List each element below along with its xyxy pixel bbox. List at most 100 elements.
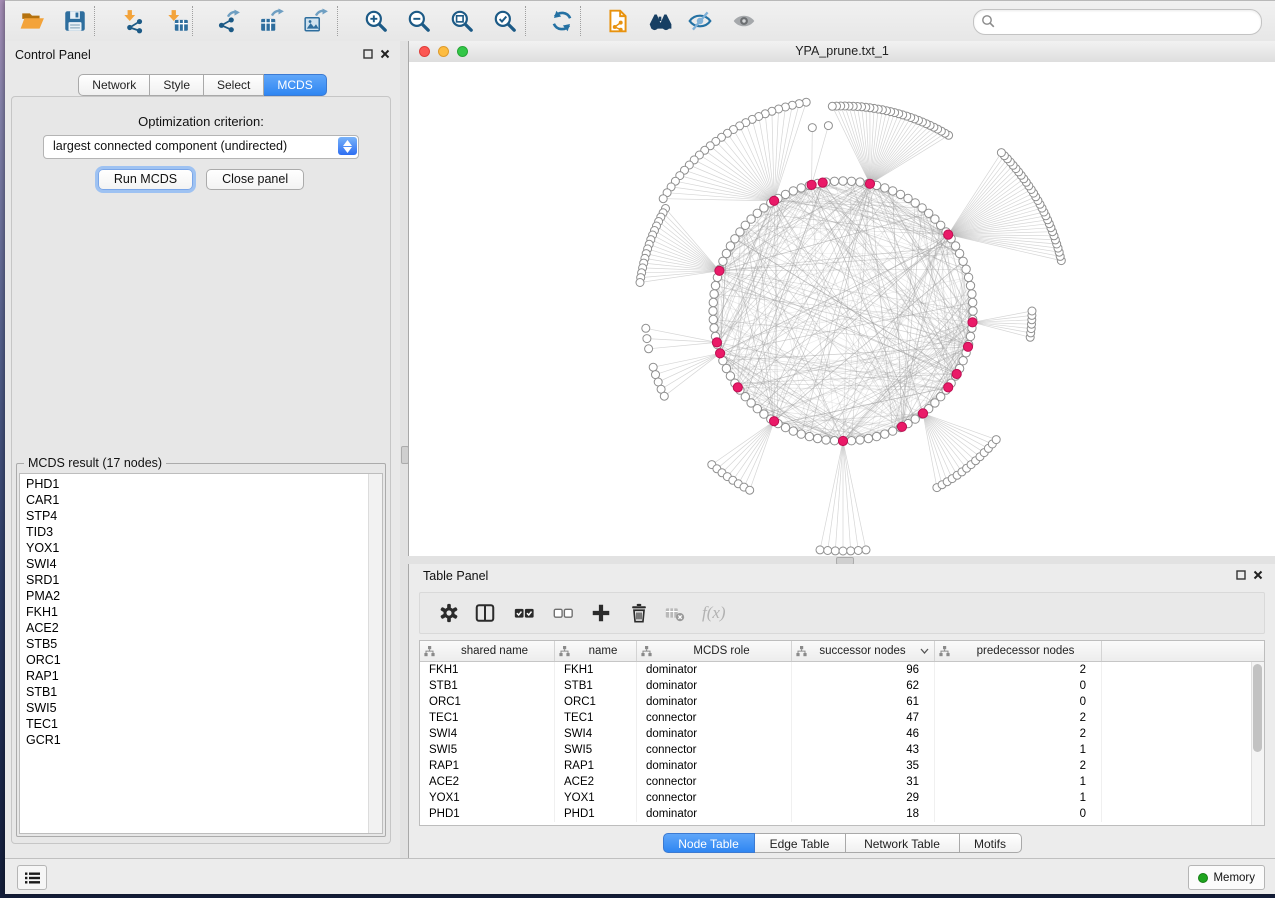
tab-network-table[interactable]: Network Table	[846, 833, 960, 853]
table-tabs: Node TableEdge TableNetwork TableMotifs	[409, 833, 1275, 853]
result-scrollbar[interactable]	[368, 474, 382, 833]
table-row[interactable]: TEC1TEC1connector472	[420, 710, 1264, 726]
import-network-icon[interactable]	[120, 8, 146, 34]
control-panel: Control Panel NetworkStyleSelectMCDS Opt…	[5, 41, 400, 858]
tab-mcds[interactable]: MCDS	[264, 74, 326, 96]
delete-table-icon[interactable]	[664, 602, 686, 624]
mcds-result-item[interactable]: TEC1	[20, 716, 382, 732]
tab-edge-table[interactable]: Edge Table	[755, 833, 846, 853]
mcds-result-item[interactable]: STP4	[20, 508, 382, 524]
mcds-result-item[interactable]: FKH1	[20, 604, 382, 620]
search-input[interactable]	[1000, 11, 1254, 33]
cell-name: YOX1	[555, 790, 637, 806]
column-header-predecessor-nodes[interactable]: predecessor nodes	[935, 641, 1102, 661]
delete-rows-icon[interactable]	[628, 602, 650, 624]
close-panel-button[interactable]: Close panel	[206, 169, 304, 190]
tab-select[interactable]: Select	[204, 74, 264, 96]
column-header-shared-name[interactable]: shared name	[420, 641, 555, 661]
table-row[interactable]: ORC1ORC1dominator610	[420, 694, 1264, 710]
mcds-result-item[interactable]: ACE2	[20, 620, 382, 636]
save-icon[interactable]	[62, 8, 88, 34]
mcds-result-list[interactable]: PHD1CAR1STP4TID3YOX1SWI4SRD1PMA2FKH1ACE2…	[19, 473, 383, 834]
table-row[interactable]: ACE2ACE2connector311	[420, 774, 1264, 790]
panel-menu-button[interactable]	[17, 865, 47, 890]
cell-shared-name: SWI5	[420, 742, 555, 758]
table-row[interactable]: FKH1FKH1dominator962	[420, 662, 1264, 678]
function-builder-icon[interactable]: f(x)	[702, 602, 734, 624]
share-document-icon[interactable]	[605, 8, 631, 34]
deselect-all-icon[interactable]	[552, 602, 574, 624]
binoculars-icon[interactable]	[647, 8, 673, 34]
node-table: shared namenameMCDS rolesuccessor nodesp…	[419, 640, 1265, 826]
cell-successor-nodes: 29	[792, 790, 935, 806]
mcds-result-item[interactable]: STB5	[20, 636, 382, 652]
column-settings-gear-icon[interactable]	[438, 602, 460, 624]
table-row[interactable]: PHD1PHD1dominator180	[420, 806, 1264, 822]
search-field[interactable]	[973, 9, 1262, 35]
mcds-result-item[interactable]: SWI5	[20, 700, 382, 716]
network-titlebar[interactable]: YPA_prune.txt_1	[409, 41, 1275, 63]
horizontal-splitter[interactable]	[408, 556, 1275, 564]
mcds-result-item[interactable]: ORC1	[20, 652, 382, 668]
tab-style[interactable]: Style	[150, 74, 204, 96]
refresh-icon[interactable]	[549, 8, 575, 34]
zoom-fit-icon[interactable]	[449, 8, 475, 34]
open-folder-icon[interactable]	[19, 8, 45, 34]
mcds-result-item[interactable]: TID3	[20, 524, 382, 540]
export-table-icon[interactable]	[259, 8, 285, 34]
cell-MCDS-role: connector	[637, 774, 792, 790]
table-row[interactable]: SWI4SWI4dominator462	[420, 726, 1264, 742]
mcds-result-item[interactable]: RAP1	[20, 668, 382, 684]
cell-successor-nodes: 96	[792, 662, 935, 678]
cell-name: SWI5	[555, 742, 637, 758]
float-panel-icon[interactable]	[1236, 570, 1246, 580]
vertical-splitter[interactable]	[400, 41, 408, 858]
toolbar-separator	[192, 6, 193, 36]
zoom-out-icon[interactable]	[406, 8, 432, 34]
add-row-icon[interactable]	[590, 602, 612, 624]
cell-successor-nodes: 43	[792, 742, 935, 758]
import-table-icon[interactable]	[164, 8, 190, 34]
run-mcds-button[interactable]: Run MCDS	[98, 169, 193, 190]
zoom-in-icon[interactable]	[363, 8, 389, 34]
mcds-result-item[interactable]: SRD1	[20, 572, 382, 588]
table-scrollbar[interactable]	[1251, 662, 1264, 825]
tab-node-table[interactable]: Node Table	[663, 833, 755, 853]
column-header-successor-nodes[interactable]: successor nodes	[792, 641, 935, 661]
hide-graphics-details-icon[interactable]	[687, 8, 713, 34]
tab-network[interactable]: Network	[78, 74, 150, 96]
cell-MCDS-role: connector	[637, 742, 792, 758]
network-canvas[interactable]	[409, 62, 1275, 556]
column-header-MCDS-role[interactable]: MCDS role	[637, 641, 792, 661]
mcds-result-item[interactable]: CAR1	[20, 492, 382, 508]
zoom-selected-icon[interactable]	[492, 8, 518, 34]
select-all-icon[interactable]	[513, 602, 535, 624]
memory-button[interactable]: Memory	[1188, 865, 1265, 890]
tab-motifs[interactable]: Motifs	[960, 833, 1022, 853]
mcds-result-item[interactable]: YOX1	[20, 540, 382, 556]
table-row[interactable]: YOX1YOX1connector291	[420, 790, 1264, 806]
mcds-result-item[interactable]: PHD1	[20, 476, 382, 492]
optimization-criterion-select[interactable]: largest connected component (undirected)	[43, 135, 359, 159]
table-scrollbar-thumb[interactable]	[1253, 664, 1262, 752]
cell-successor-nodes: 35	[792, 758, 935, 774]
export-network-icon[interactable]	[215, 8, 241, 34]
memory-status-icon	[1198, 873, 1208, 883]
column-header-name[interactable]: name	[555, 641, 637, 661]
mcds-result-item[interactable]: STB1	[20, 684, 382, 700]
select-stepper-icon	[338, 137, 357, 155]
mcds-result-item[interactable]: GCR1	[20, 732, 382, 748]
table-row[interactable]: SWI5SWI5connector431	[420, 742, 1264, 758]
close-panel-icon[interactable]	[380, 49, 390, 59]
mcds-result-item[interactable]: SWI4	[20, 556, 382, 572]
show-graphics-details-icon[interactable]	[731, 8, 757, 34]
float-panel-icon[interactable]	[363, 49, 373, 59]
show-columns-icon[interactable]	[474, 602, 496, 624]
mcds-result-item[interactable]: PMA2	[20, 588, 382, 604]
table-row[interactable]: STB1STB1dominator620	[420, 678, 1264, 694]
cell-name: ACE2	[555, 774, 637, 790]
export-image-icon[interactable]	[303, 8, 329, 34]
list-menu-icon	[25, 872, 40, 884]
table-row[interactable]: RAP1RAP1dominator352	[420, 758, 1264, 774]
close-panel-icon[interactable]	[1253, 570, 1263, 580]
